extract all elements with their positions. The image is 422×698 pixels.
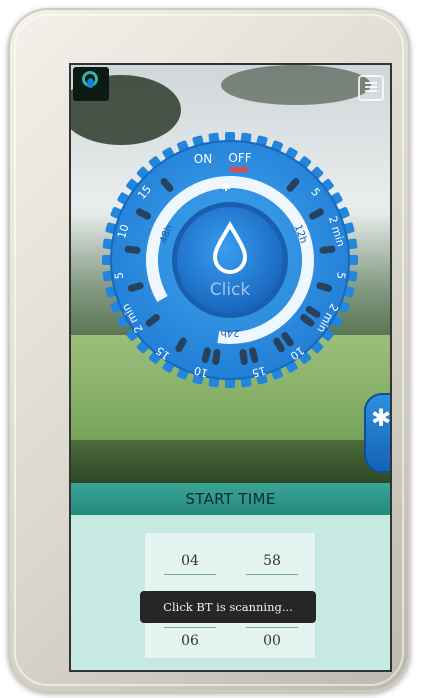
- start-time-header: START TIME: [71, 483, 390, 515]
- scanning-toast: Click BT is scanning...: [140, 591, 316, 623]
- bluetooth-button[interactable]: ✱: [364, 393, 392, 473]
- dial-outer-label: 5: [112, 272, 126, 280]
- hour-value-bottom[interactable]: 06: [165, 633, 215, 649]
- dial-graphic[interactable]: Click ON OFF ✱ 48h 12h 24h 151052 min151…: [99, 129, 361, 391]
- picker-divider: [246, 627, 298, 628]
- hour-value-top[interactable]: 04: [165, 553, 215, 569]
- minute-value-top[interactable]: 58: [247, 553, 297, 569]
- dial-center-label: Click: [210, 280, 251, 300]
- background-hedge: [71, 440, 390, 485]
- dial-outer-label: 5: [334, 272, 348, 280]
- device-frame: Click ON OFF ✱ 48h 12h 24h 15 10 5 2 min 15 1…: [8, 8, 410, 692]
- off-indicator: [230, 167, 248, 172]
- dial-inner-label-24h: 24h: [220, 327, 239, 338]
- picker-divider: [246, 574, 298, 575]
- picker-divider: [164, 627, 216, 628]
- bluetooth-icon: ✱: [221, 180, 231, 194]
- dial-on-label: ON: [194, 152, 212, 166]
- app-screen: Click ON OFF ✱ 48h 12h 24h 15 10 5 2 min 15 1…: [69, 63, 392, 672]
- app-logo-icon: [73, 67, 109, 101]
- dial-off-label: OFF: [228, 151, 251, 165]
- logo-drop: [87, 78, 94, 88]
- start-time-title: START TIME: [185, 490, 276, 508]
- timer-dial[interactable]: Click ON OFF ✱ 48h 12h 24h 15 10 5 2 min 15 1…: [99, 129, 361, 391]
- menu-icon[interactable]: [358, 75, 384, 101]
- picker-divider: [164, 574, 216, 575]
- minute-value-bottom[interactable]: 00: [247, 633, 297, 649]
- bluetooth-badge-icon: ✱: [371, 404, 392, 432]
- background-palm: [221, 65, 371, 105]
